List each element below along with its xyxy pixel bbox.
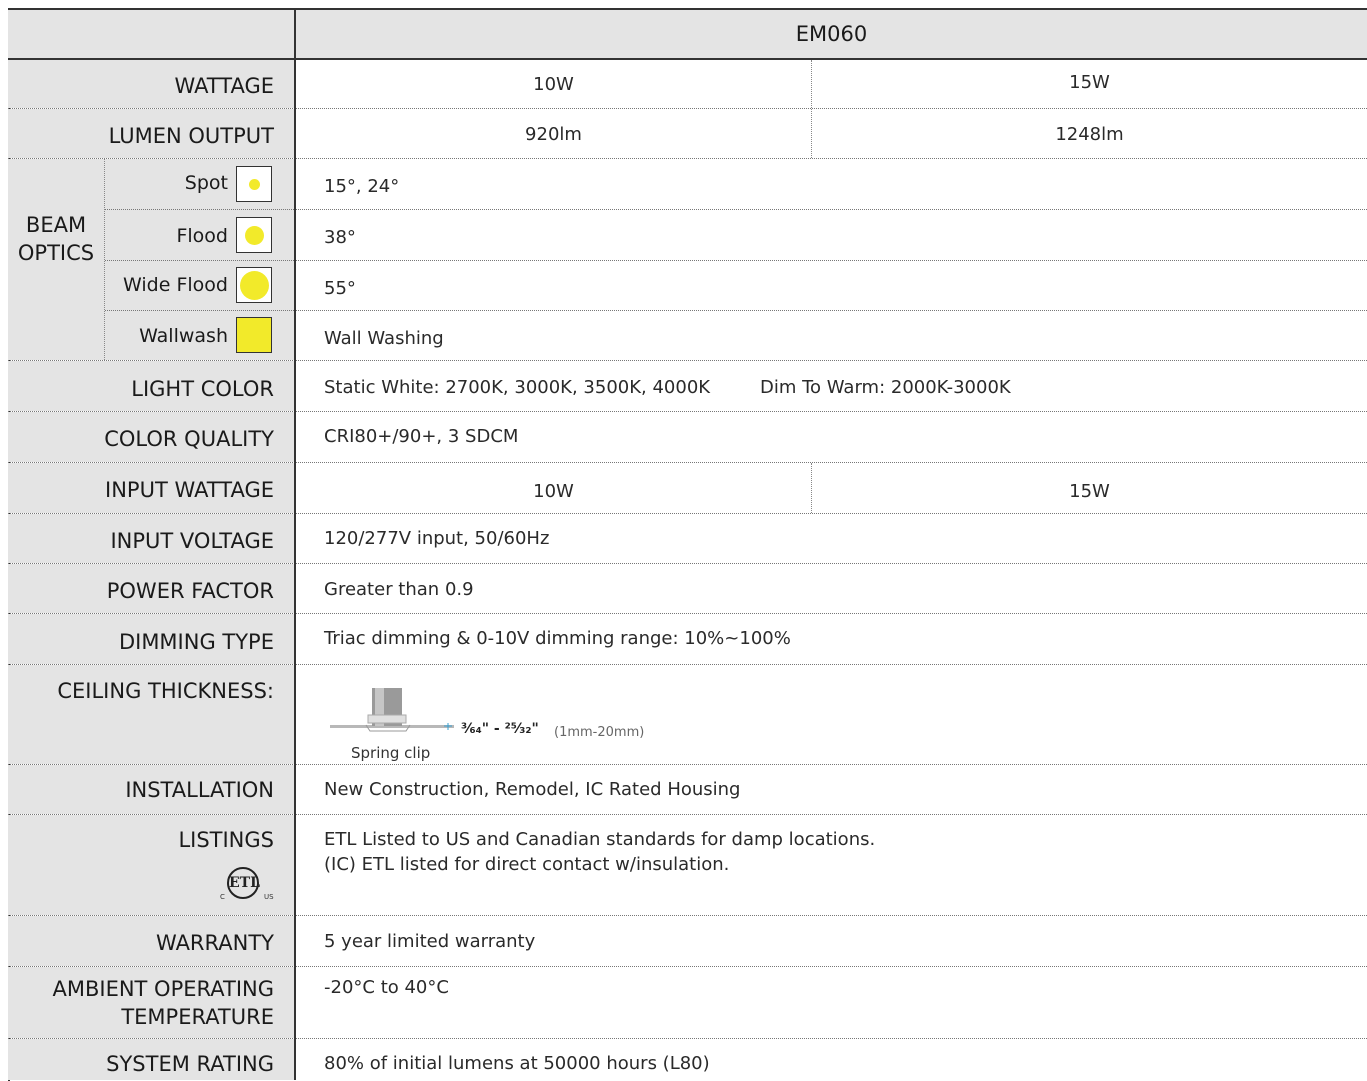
wattage-value-cell: 10W 15W (296, 60, 1367, 108)
model-name: EM060 (795, 22, 868, 46)
warranty-value: 5 year limited warranty (324, 931, 536, 952)
input-wattage-label: INPUT WATTAGE (105, 478, 274, 502)
system-rating-value-cell: 80% of initial lumens at 50000 hours (L8… (296, 1039, 1367, 1080)
power-factor-label: POWER FACTOR (106, 579, 274, 603)
wattage-label: WATTAGE (174, 74, 274, 98)
color-quality-label-cell: COLOR QUALITY (8, 412, 294, 462)
lumen-value-cell: 920lm 1248lm (296, 109, 1367, 158)
beam-optics-label: BEAM OPTICS (17, 213, 95, 265)
installation-label-cell: INSTALLATION (8, 765, 294, 814)
input-wattage-value-cell: 10W 15W (296, 463, 1367, 513)
etl-logo: ETL C US (220, 867, 274, 907)
lumen-label: LUMEN OUTPUT (108, 124, 274, 148)
beam-label-cell: BEAM OPTICS Spot Flood Wide Flood Wallwa… (8, 159, 294, 360)
wattage-label-cell: WATTAGE (8, 60, 294, 108)
listings-label-cell: LISTINGS ETL C US (8, 815, 294, 915)
ceiling-range-imperial: ³⁄₆₄" - ²⁵⁄₃₂" (461, 721, 539, 737)
lumen-920: 920lm (525, 124, 582, 145)
flood-angle: 38° (324, 227, 356, 248)
flood-beam-icon (236, 217, 272, 253)
spot-angles: 15°, 24° (324, 176, 400, 197)
wide-flood-label: Wide Flood (123, 274, 228, 296)
input-voltage-value-cell: 120/277V input, 50/60Hz (296, 514, 1367, 563)
wide-flood-angle: 55° (324, 278, 356, 299)
system-rating-label-cell: SYSTEM RATING (8, 1039, 294, 1080)
ceiling-range-metric: (1mm-20mm) (554, 725, 645, 740)
dim-to-warm: Dim To Warm: 2000K-3000K (760, 377, 1011, 398)
listings-line1: ETL Listed to US and Canadian standards … (324, 829, 876, 850)
ambient-value-cell: -20°C to 40°C (296, 967, 1367, 1038)
etl-us-mark: US (264, 893, 274, 901)
color-quality-value: CRI80+/90+, 3 SDCM (324, 426, 519, 447)
input-wattage-divider (811, 463, 812, 513)
system-rating-label: SYSTEM RATING (106, 1052, 274, 1076)
listings-line2: (IC) ETL listed for direct contact w/ins… (324, 854, 730, 875)
row-divider (296, 310, 1367, 311)
power-factor-label-cell: POWER FACTOR (8, 564, 294, 613)
spot-label: Spot (184, 172, 228, 194)
installation-label: INSTALLATION (125, 778, 274, 802)
listings-value-cell: ETL Listed to US and Canadian standards … (296, 815, 1367, 915)
light-color-label: LIGHT COLOR (131, 377, 274, 401)
power-factor-value-cell: Greater than 0.9 (296, 564, 1367, 613)
lumen-1248: 1248lm (1055, 124, 1124, 145)
ambient-value: -20°C to 40°C (324, 977, 449, 998)
wide-flood-beam-icon (236, 267, 272, 303)
wallwash-label: Wallwash (139, 325, 228, 347)
dimming-value-cell: Triac dimming & 0-10V dimming range: 10%… (296, 614, 1367, 664)
spring-clip-caption: Spring clip (351, 744, 431, 762)
power-factor-value: Greater than 0.9 (324, 579, 474, 600)
color-quality-value-cell: CRI80+/90+, 3 SDCM (296, 412, 1367, 462)
spec-table: EM060 WATTAGE 10W 15W LUMEN OUTPUT 920lm… (8, 8, 1367, 1081)
dimming-value: Triac dimming & 0-10V dimming range: 10%… (324, 628, 791, 649)
flood-label: Flood (176, 225, 228, 247)
header-label-cell (8, 10, 294, 58)
label-column-border (294, 8, 296, 1080)
installation-value-cell: New Construction, Remodel, IC Rated Hous… (296, 765, 1367, 814)
input-voltage-value: 120/277V input, 50/60Hz (324, 528, 550, 549)
lumen-label-cell: LUMEN OUTPUT (8, 109, 294, 158)
input-wattage-label-cell: INPUT WATTAGE (8, 463, 294, 513)
wattage-15w: 15W (1069, 72, 1110, 93)
input-wattage-15w: 15W (1069, 481, 1110, 502)
warranty-label-cell: WARRANTY (8, 916, 294, 966)
ceiling-label: CEILING THICKNESS: (57, 679, 274, 703)
ambient-label: AMBIENT OPERATING TEMPERATURE (52, 977, 274, 1029)
ceiling-value-cell: ³⁄₆₄" - ²⁵⁄₃₂" (1mm-20mm) Spring clip (296, 665, 1367, 764)
spot-beam-icon (236, 166, 272, 202)
row-divider (296, 209, 1367, 210)
color-quality-label: COLOR QUALITY (104, 427, 274, 451)
listings-label: LISTINGS (178, 828, 274, 852)
ambient-label-cell: AMBIENT OPERATING TEMPERATURE (8, 967, 294, 1038)
static-white: Static White: 2700K, 3000K, 3500K, 4000K (324, 377, 711, 398)
light-color-label-cell: LIGHT COLOR (8, 361, 294, 411)
warranty-value-cell: 5 year limited warranty (296, 916, 1367, 966)
header-model-cell: EM060 (296, 10, 1367, 58)
system-rating-value: 80% of initial lumens at 50000 hours (L8… (324, 1053, 710, 1074)
wallwash-value: Wall Washing (324, 328, 444, 349)
installation-value: New Construction, Remodel, IC Rated Hous… (324, 779, 741, 800)
wallwash-beam-icon (236, 317, 272, 353)
dimming-label-cell: DIMMING TYPE (8, 614, 294, 664)
input-wattage-10w: 10W (533, 481, 574, 502)
etl-c-mark: C (220, 893, 225, 901)
wattage-10w: 10W (533, 74, 574, 95)
spring-clip-diagram (330, 688, 454, 732)
dimming-label: DIMMING TYPE (118, 630, 274, 654)
warranty-label: WARRANTY (155, 931, 274, 955)
ceiling-label-cell: CEILING THICKNESS: (8, 665, 294, 764)
input-voltage-label: INPUT VOLTAGE (110, 529, 274, 553)
etl-mark: ETL (227, 867, 260, 899)
input-voltage-label-cell: INPUT VOLTAGE (8, 514, 294, 563)
light-color-value-cell: Static White: 2700K, 3000K, 3500K, 4000K… (296, 361, 1367, 411)
row-divider (296, 260, 1367, 261)
